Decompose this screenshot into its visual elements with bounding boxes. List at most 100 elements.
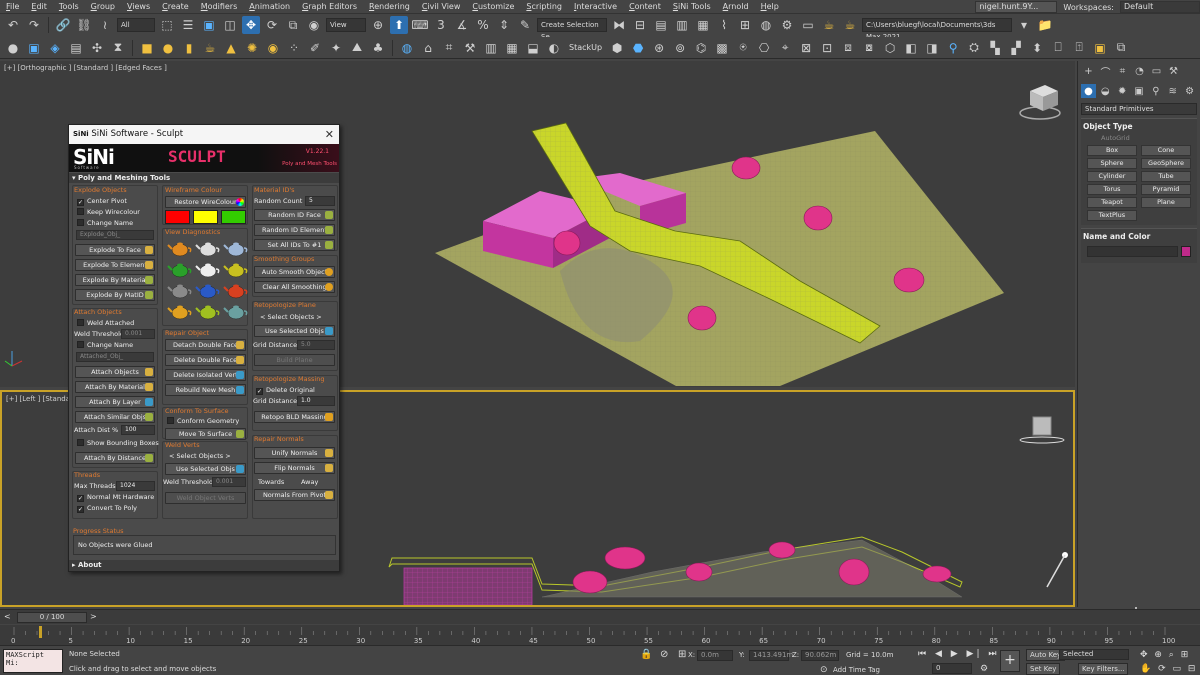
rebuild-new-mesh-button[interactable]: Rebuild New Mesh [165, 384, 246, 396]
teapot-icon[interactable]: ☕ [201, 39, 219, 57]
cone-icon[interactable]: ▲ [222, 39, 240, 57]
sini-tool-icon-o[interactable]: ⎔ [755, 39, 773, 57]
wire-color-green[interactable] [221, 210, 246, 224]
slider-prev-icon[interactable]: < [4, 612, 11, 621]
normal-mt-hardware-checkbox[interactable]: ✓ Normal Mt Hardware [77, 493, 154, 502]
clear-smoothing-button[interactable]: Clear All Smoothing [254, 281, 335, 293]
diagnostic-teapot-icon[interactable] [167, 239, 193, 257]
primitive-sphere-button[interactable]: Sphere [1087, 158, 1137, 169]
spacewarps-icon[interactable]: ≋ [1165, 84, 1180, 98]
weld-attached-checkbox[interactable]: Weld Attached [77, 319, 134, 327]
sini-toolbar-icon-1[interactable]: ● [4, 39, 22, 57]
menu-views[interactable]: Views [121, 2, 156, 11]
primitive-category-dropdown[interactable]: Standard Primitives [1081, 103, 1197, 115]
sini-tool-icon-u[interactable]: ⬡ [881, 39, 899, 57]
sini-tool-icon-z[interactable]: ▚ [986, 39, 1004, 57]
sini-tool-icon-ae[interactable]: ▣ [1091, 39, 1109, 57]
track-bar[interactable]: 0 5 10 15 20 25 30 35 40 45 50 55 60 65 70 75 80 85 90 95 10… [0, 625, 1200, 645]
towards-option[interactable]: Towards [258, 478, 284, 486]
sini-tool-icon-t[interactable]: ⧇ [860, 39, 878, 57]
massing-grid-spinner[interactable]: 1.0 [297, 396, 335, 406]
undo-icon[interactable]: ↶ [4, 16, 22, 34]
time-config-icon[interactable]: ⚙ [980, 664, 988, 674]
time-tag-icon[interactable]: ⊙ [820, 665, 828, 675]
add-time-tag[interactable]: Add Time Tag [833, 666, 880, 674]
layer-explorer-icon[interactable]: ▥ [673, 16, 691, 34]
menu-arnold[interactable]: Arnold [717, 2, 755, 11]
hierarchy-tab-icon[interactable]: ⌗ [1115, 64, 1130, 78]
sini-tool-icon-l[interactable]: ⌬ [692, 39, 710, 57]
cameras-icon[interactable]: ▣ [1132, 84, 1147, 98]
menu-modifiers[interactable]: Modifiers [195, 2, 244, 11]
primitive-textplus-button[interactable]: TextPlus [1087, 210, 1137, 221]
menu-scripting[interactable]: Scripting [520, 2, 568, 11]
key-filters-button[interactable]: Key Filters... [1078, 663, 1128, 675]
menu-graph-editors[interactable]: Graph Editors [296, 2, 363, 11]
restore-wirecolour-button[interactable]: Restore WireColour [165, 196, 246, 208]
project-folder-icon[interactable]: 📁 [1036, 16, 1054, 34]
viewport-nav-icons[interactable]: ✥ ⊕ ⌕ ⊞ [1140, 650, 1190, 660]
paint-icon[interactable]: ✐ [306, 39, 324, 57]
sini-tool-icon-s[interactable]: ⧈ [839, 39, 857, 57]
geosphere-icon[interactable]: ◉ [264, 39, 282, 57]
sini-tool-icon-v[interactable]: ◧ [902, 39, 920, 57]
time-slider[interactable]: < 0 / 100 > [0, 609, 1200, 624]
sini-tool-icon-ac[interactable]: ⎕ [1049, 39, 1067, 57]
retopo-bld-massing-button[interactable]: Retopo BLD Massing [254, 411, 335, 423]
sini-tool-icon-m[interactable]: ▩ [713, 39, 731, 57]
playback-controls[interactable]: ⏮ ◀ ▶ ▶| ⏭ [918, 649, 999, 659]
diagnostic-teapot-icon[interactable] [223, 302, 249, 320]
shapes-icon[interactable]: ◒ [1098, 84, 1113, 98]
current-frame-field[interactable]: 0 [932, 663, 972, 674]
spinner-snap-icon[interactable]: ⇕ [495, 16, 513, 34]
sini-tool-icon-ad[interactable]: ⍐ [1070, 39, 1088, 57]
explode-by-matid-button[interactable]: Explode By MatID [75, 289, 155, 301]
primitive-cylinder-button[interactable]: Cylinder [1087, 171, 1137, 182]
render-iterative-icon[interactable]: ☕ [841, 16, 859, 34]
scatter-icon[interactable]: ⁘ [285, 39, 303, 57]
menu-help[interactable]: Help [755, 2, 785, 11]
workspace-dropdown[interactable]: Default [1120, 1, 1200, 13]
sini-tool-icon-g[interactable]: ◐ [545, 39, 563, 57]
select-move-icon[interactable]: ✥ [242, 16, 260, 34]
select-manipulate-icon[interactable]: ⬆ [390, 16, 408, 34]
sini-toolbar-icon-6[interactable]: ⧗ [109, 39, 127, 57]
select-rotate-icon[interactable]: ⟳ [263, 16, 281, 34]
sini-toolbar-icon-5[interactable]: ✣ [88, 39, 106, 57]
delete-double-face-button[interactable]: Delete Double Face [165, 354, 246, 366]
helpers-icon[interactable]: ⚲ [1148, 84, 1163, 98]
attach-by-layer-button[interactable]: Attach By Layer [75, 396, 155, 408]
sini-tool-icon-a[interactable]: ⌂ [419, 39, 437, 57]
random-id-element-button[interactable]: Random ID Element [254, 224, 335, 236]
time-slider-thumb[interactable]: 0 / 100 [17, 612, 87, 623]
key-mode-dropdown[interactable]: Selected [1059, 649, 1129, 660]
systems-icon[interactable]: ⚙ [1182, 84, 1197, 98]
render-setup-icon[interactable]: ⚙ [778, 16, 796, 34]
utilities-tab-icon[interactable]: ⚒ [1166, 64, 1181, 78]
wire-color-red[interactable] [165, 210, 190, 224]
diagnostic-teapot-icon[interactable] [223, 260, 249, 278]
menu-tools[interactable]: Tools [53, 2, 85, 11]
keep-wirecolour-checkbox[interactable]: Keep Wirecolour [77, 208, 140, 216]
diagnostic-teapot-icon[interactable] [167, 302, 193, 320]
lights-icon[interactable]: ✹ [1115, 84, 1130, 98]
box-icon[interactable]: ■ [138, 39, 156, 57]
sini-tool-icon-x[interactable]: ⚲ [944, 39, 962, 57]
sini-tool-icon-e[interactable]: ▦ [503, 39, 521, 57]
weld-threshold-spinner[interactable]: 0.001 [121, 329, 155, 339]
rectangular-selection-icon[interactable]: ▣ [200, 16, 218, 34]
menu-create[interactable]: Create [156, 2, 195, 11]
diagnostic-teapot-icon[interactable] [195, 281, 221, 299]
sini-tool-icon-p[interactable]: ⌖ [776, 39, 794, 57]
light-icon[interactable]: ✺ [243, 39, 261, 57]
primitive-geosphere-button[interactable]: GeoSphere [1141, 158, 1191, 169]
explode-by-material-button[interactable]: Explode By Material [75, 274, 155, 286]
y-coordinate-field[interactable]: 1413.491m [749, 650, 793, 661]
link-icon[interactable]: 🔗 [54, 16, 72, 34]
menu-civil-view[interactable]: Civil View [416, 2, 467, 11]
explode-name-field[interactable]: Explode_Obj_ [76, 230, 154, 240]
select-by-name-icon[interactable]: ☰ [179, 16, 197, 34]
sini-tool-icon-aa[interactable]: ▞ [1007, 39, 1025, 57]
move-to-surface-button[interactable]: Move To Surface [165, 428, 246, 440]
attach-by-material-button[interactable]: Attach By Material [75, 381, 155, 393]
